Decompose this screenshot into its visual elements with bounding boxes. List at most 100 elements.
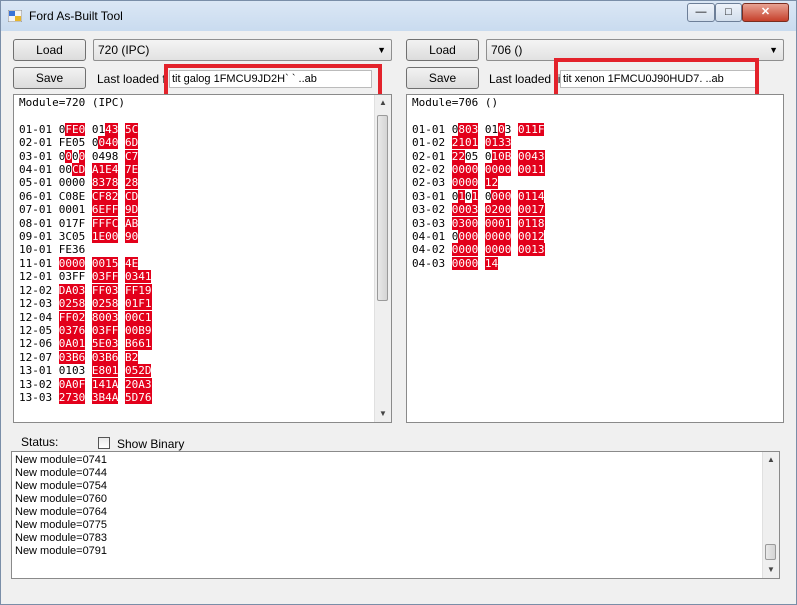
highlighted-value: DA03 xyxy=(58,283,86,297)
highlighted-value: 0114 xyxy=(517,189,545,203)
code-text: 03-01 0 xyxy=(412,189,459,203)
code-line: 12-04 FF02 8003 00C1 xyxy=(19,310,152,324)
highlighted-value: CD xyxy=(124,189,139,203)
left-module-text[interactable]: Module=720 (IPC) 01-01 0FE0 0143 5C 02-01… xyxy=(13,94,392,423)
window-title: Ford As-Built Tool xyxy=(29,9,123,23)
highlighted-value: 9D xyxy=(124,203,139,217)
code-text: 01-01 0 xyxy=(412,122,459,136)
highlighted-value: 5D76 xyxy=(125,390,152,404)
highlighted-value: 00C1 xyxy=(125,310,152,324)
chevron-down-icon: ▼ xyxy=(769,45,778,55)
highlighted-value: 0 xyxy=(65,149,72,163)
highlighted-value: 90 xyxy=(124,230,139,244)
right-module-text[interactable]: Module=706 () 01-01 0803 0103 011F 01-02 … xyxy=(406,94,784,423)
code-line: 04-01 00CD A1E4 7E xyxy=(19,163,152,177)
code-text: 12-06 xyxy=(19,337,59,351)
close-button[interactable]: ✕ xyxy=(742,3,789,22)
highlighted-value: 0043 xyxy=(518,149,545,163)
highlighted-value: 03FF xyxy=(91,270,119,284)
right-save-button[interactable]: Save xyxy=(406,67,479,89)
code-text: 12-07 xyxy=(19,350,59,364)
highlighted-value: 0003 xyxy=(451,203,479,217)
code-text: 03-02 xyxy=(412,203,452,217)
highlighted-value: 1 xyxy=(458,189,465,203)
code-text: 03-03 xyxy=(412,216,452,230)
highlighted-value: 0000 xyxy=(451,163,479,177)
highlighted-value: 28 xyxy=(124,176,139,190)
highlighted-value: FF03 xyxy=(91,283,119,297)
left-scrollbar[interactable]: ▲ ▼ xyxy=(374,95,391,422)
scroll-down-icon[interactable]: ▼ xyxy=(763,562,779,578)
highlighted-value: 8003 xyxy=(91,310,119,324)
code-line: 11-01 0000 0015 4E xyxy=(19,256,152,270)
code-line: 09-01 3C05 1E00 90 xyxy=(19,230,152,244)
left-save-button[interactable]: Save xyxy=(13,67,86,89)
highlighted-value: 03B6 xyxy=(58,350,86,364)
show-binary-checkbox[interactable] xyxy=(98,437,110,449)
maximize-button[interactable]: □ xyxy=(715,3,742,22)
title-bar: Ford As-Built Tool — □ ✕ xyxy=(1,1,796,31)
status-scroll-thumb[interactable] xyxy=(765,544,776,560)
code-line: 01-01 0803 0103 011F xyxy=(412,122,545,136)
highlighted-value: 4E xyxy=(125,256,139,270)
status-line: New module=0775 xyxy=(15,519,108,531)
code-line: 03-03 0300 0001 0118 xyxy=(412,216,545,230)
code-text: 13-02 xyxy=(19,377,59,391)
left-scroll-thumb[interactable] xyxy=(377,115,388,301)
highlighted-value: 1E00 xyxy=(91,230,119,244)
code-text: 04-01 00 xyxy=(19,163,72,177)
highlighted-value: 8378 xyxy=(91,176,119,190)
scroll-up-icon[interactable]: ▲ xyxy=(763,452,779,468)
highlighted-value: FF02 xyxy=(58,310,86,324)
left-module-select[interactable]: 720 (IPC) ▼ xyxy=(93,39,392,61)
status-scrollbar[interactable]: ▲ ▼ xyxy=(762,452,779,578)
scroll-up-icon[interactable]: ▲ xyxy=(375,95,391,111)
code-text: 05 0 xyxy=(465,149,492,163)
highlighted-value: 141A xyxy=(91,377,119,391)
code-text: 01-01 0 xyxy=(19,122,66,136)
status-log[interactable]: New module=0741 New module=0744 New module… xyxy=(11,451,780,579)
highlighted-value: 0300 xyxy=(451,216,479,230)
minimize-button[interactable]: — xyxy=(687,3,715,22)
highlighted-value: 0000 xyxy=(484,243,512,257)
code-line: 07-01 0001 6EFF 9D xyxy=(19,203,152,217)
code-text: 01 xyxy=(478,122,499,136)
scroll-down-icon[interactable]: ▼ xyxy=(375,406,391,422)
code-line: 02-01 2205 010B 0043 xyxy=(412,149,545,163)
right-load-button[interactable]: Load xyxy=(406,39,479,61)
highlighted-value: 0012 xyxy=(517,230,545,244)
app-window: Ford As-Built Tool — □ ✕ Load 720 (IPC) … xyxy=(0,0,797,605)
highlighted-value: 803 xyxy=(458,122,479,136)
code-line: 02-01 FE05 0040 6D xyxy=(19,136,152,150)
left-load-button[interactable]: Load xyxy=(13,39,86,61)
code-text: 12-02 xyxy=(19,283,59,297)
highlighted-value: 0200 xyxy=(484,203,512,217)
left-module-code: Module=720 (IPC) 01-01 0FE0 0143 5C 02-01… xyxy=(19,96,152,404)
highlighted-value: FFFC xyxy=(91,216,119,230)
highlighted-value: 22 xyxy=(451,149,465,163)
code-text: 0 xyxy=(71,149,79,163)
highlighted-value: A1E4 xyxy=(91,163,119,177)
code-line: 03-01 0101 0000 0114 xyxy=(412,189,545,203)
highlighted-value: 133 xyxy=(491,136,512,150)
highlighted-value: 2730 xyxy=(58,390,86,404)
highlighted-value: 0376 xyxy=(58,323,86,337)
highlighted-value: 6D xyxy=(124,136,139,150)
code-line: 03-01 0000 0498 C7 xyxy=(19,149,152,163)
